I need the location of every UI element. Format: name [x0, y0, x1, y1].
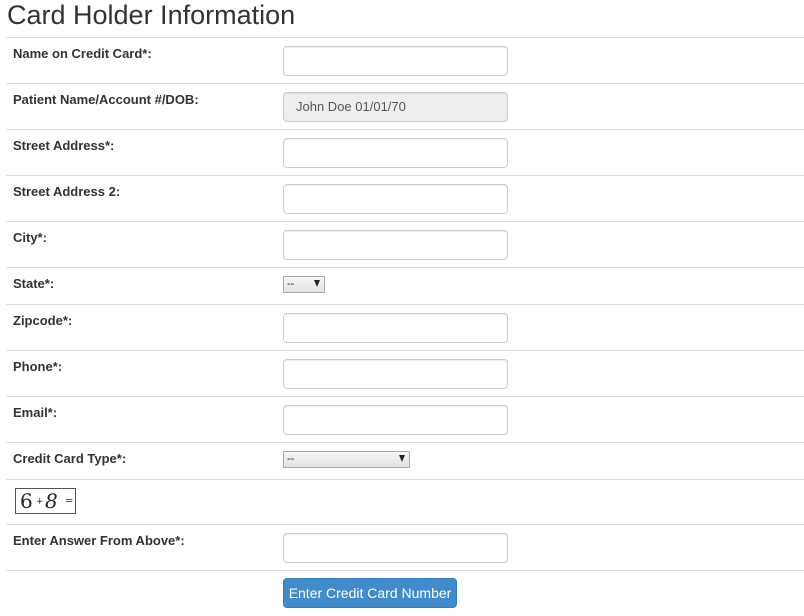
form-row-street-address: Street Address*:	[6, 129, 804, 175]
field-label: Email*:	[13, 405, 58, 420]
state-select[interactable]: --	[283, 276, 325, 293]
form-row-street-address-2: Street Address 2:	[6, 175, 804, 221]
form-row-card-type: Credit Card Type*: --	[6, 442, 804, 479]
field-label: City*:	[13, 230, 47, 245]
captcha-operator: +	[36, 497, 44, 507]
form-row-state: State*: --	[6, 267, 804, 304]
captcha-image: 6 + 8 =	[15, 488, 76, 514]
card-holder-form: Name on Credit Card*: Patient Name/Accou…	[6, 37, 804, 616]
field-label: State*:	[13, 276, 55, 291]
field-label: Zipcode*:	[13, 313, 73, 328]
captcha-equals: =	[65, 496, 74, 507]
captcha-answer-input[interactable]	[283, 533, 508, 563]
field-label: Enter Answer From Above*:	[13, 533, 185, 548]
field-label: Credit Card Type*:	[13, 451, 127, 466]
field-label: Street Address*:	[13, 138, 115, 153]
form-row-name-on-card: Name on Credit Card*:	[6, 37, 804, 83]
city-input[interactable]	[283, 230, 508, 260]
form-row-captcha: 6 + 8 =	[6, 479, 804, 524]
street-address-2-input[interactable]	[283, 184, 508, 214]
state-select-value: --	[287, 278, 295, 290]
form-row-captcha-answer: Enter Answer From Above*:	[6, 524, 804, 570]
zipcode-input[interactable]	[283, 313, 508, 343]
field-label: Street Address 2:	[13, 184, 121, 199]
email-input[interactable]	[283, 405, 508, 435]
name-on-card-input[interactable]	[283, 46, 508, 76]
form-row-email: Email*:	[6, 396, 804, 442]
phone-input[interactable]	[283, 359, 508, 389]
field-label: Phone*:	[13, 359, 63, 374]
form-row-phone: Phone*:	[6, 350, 804, 396]
form-row-zipcode: Zipcode*:	[6, 304, 804, 350]
card-type-select-value: --	[287, 453, 295, 465]
captcha-operand-b: 8	[45, 489, 58, 513]
form-row-patient: Patient Name/Account #/DOB: John Doe 01/…	[6, 83, 804, 129]
enter-credit-card-number-button[interactable]: Enter Credit Card Number	[283, 578, 457, 608]
form-row-submit: Enter Credit Card Number	[6, 570, 804, 616]
street-address-input[interactable]	[283, 138, 508, 168]
credit-card-type-select[interactable]: --	[283, 451, 410, 468]
field-label: Patient Name/Account #/DOB:	[13, 92, 199, 107]
dropdown-arrow-icon	[399, 455, 405, 462]
page-title: Card Holder Information	[7, 0, 296, 30]
form-row-city: City*:	[6, 221, 804, 267]
field-label: Name on Credit Card*:	[13, 46, 152, 61]
captcha-operand-a: 6	[20, 489, 33, 513]
patient-account-dob-input: John Doe 01/01/70	[283, 92, 508, 122]
dropdown-arrow-icon	[314, 280, 320, 287]
